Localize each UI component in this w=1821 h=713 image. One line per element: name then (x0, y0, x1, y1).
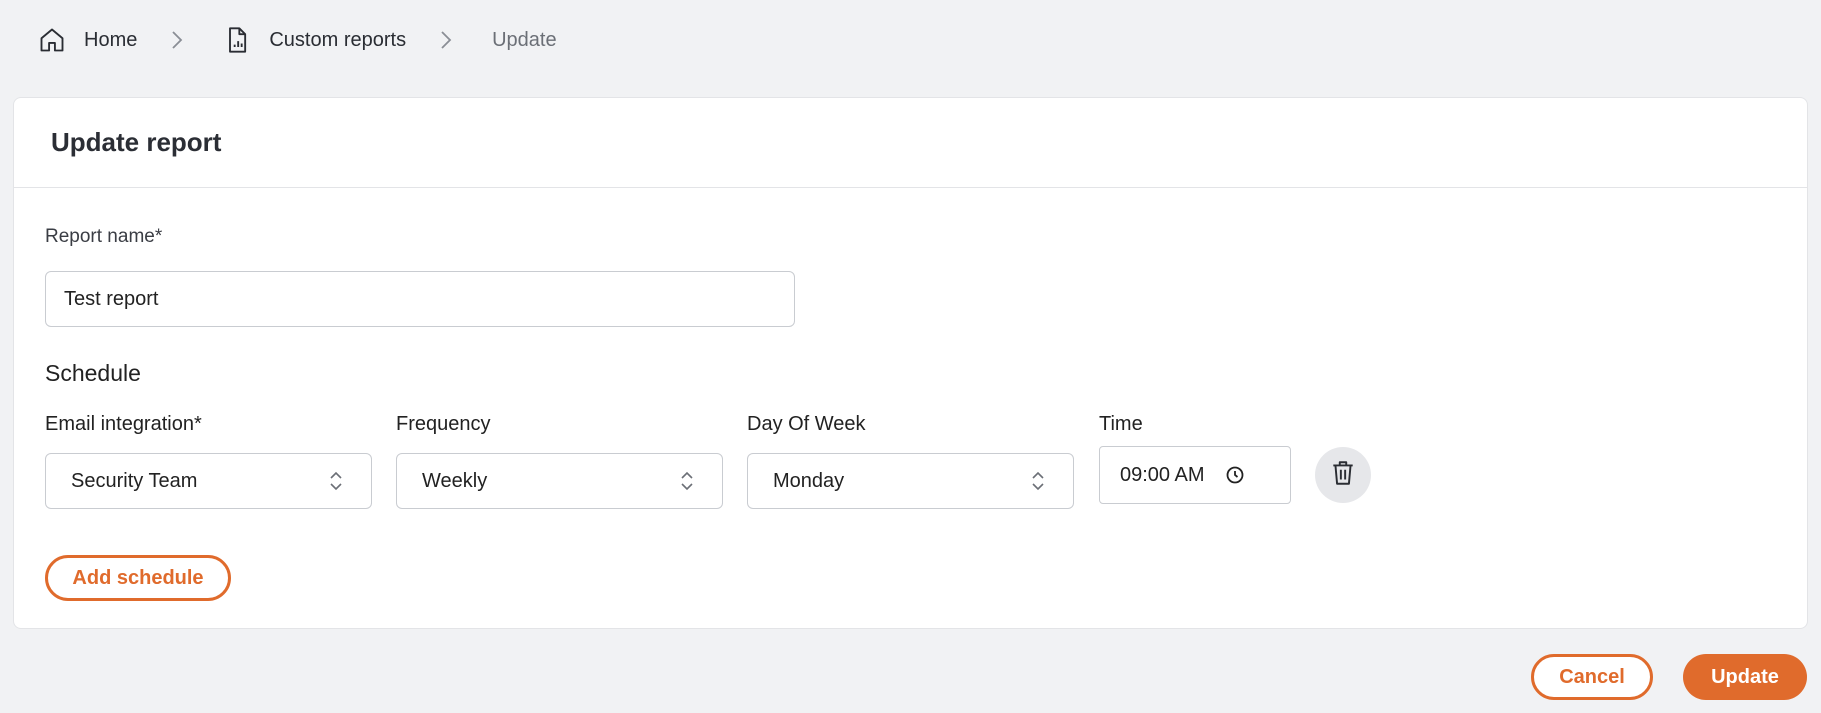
breadcrumb-custom-reports[interactable]: Custom reports (223, 26, 406, 54)
breadcrumb: Home Custom reports Update (38, 22, 557, 58)
schedule-title: Schedule (45, 360, 141, 386)
frequency-label: Frequency (396, 413, 491, 435)
report-name-input[interactable] (45, 271, 795, 327)
time-value: 09:00 AM (1120, 463, 1205, 486)
day-of-week-value: Monday (773, 469, 845, 492)
cancel-button[interactable]: Cancel (1531, 654, 1653, 700)
email-integration-value: Security Team (71, 469, 198, 492)
report-name-label: Report name* (45, 226, 163, 247)
time-input[interactable]: 09:00 AM (1099, 446, 1291, 504)
email-integration-label: Email integration* (45, 413, 202, 435)
breadcrumb-home-label: Home (84, 28, 138, 51)
card-header: Update report (14, 98, 1807, 188)
report-file-icon (223, 26, 251, 54)
breadcrumb-home[interactable]: Home (38, 26, 137, 54)
chevron-up-down-icon (329, 470, 343, 492)
update-report-card: Update report Report name* Schedule Emai… (13, 97, 1808, 629)
home-icon (38, 26, 66, 54)
trash-icon (1330, 459, 1356, 492)
clock-icon[interactable] (1225, 465, 1245, 485)
chevron-up-down-icon (680, 470, 694, 492)
frequency-select[interactable]: Weekly (396, 453, 723, 509)
chevron-right-icon (169, 29, 185, 51)
email-integration-select[interactable]: Security Team (45, 453, 372, 509)
breadcrumb-current: Update (492, 28, 557, 51)
day-of-week-label: Day Of Week (747, 413, 866, 435)
chevron-right-icon (438, 29, 454, 51)
card-title: Update report (51, 127, 222, 157)
update-button[interactable]: Update (1683, 654, 1807, 700)
breadcrumb-reports-label: Custom reports (269, 28, 407, 51)
add-schedule-button[interactable]: Add schedule (45, 555, 231, 601)
frequency-value: Weekly (422, 469, 488, 492)
chevron-up-down-icon (1031, 470, 1045, 492)
day-of-week-select[interactable]: Monday (747, 453, 1074, 509)
delete-schedule-button[interactable] (1315, 447, 1371, 503)
time-label: Time (1099, 413, 1143, 435)
